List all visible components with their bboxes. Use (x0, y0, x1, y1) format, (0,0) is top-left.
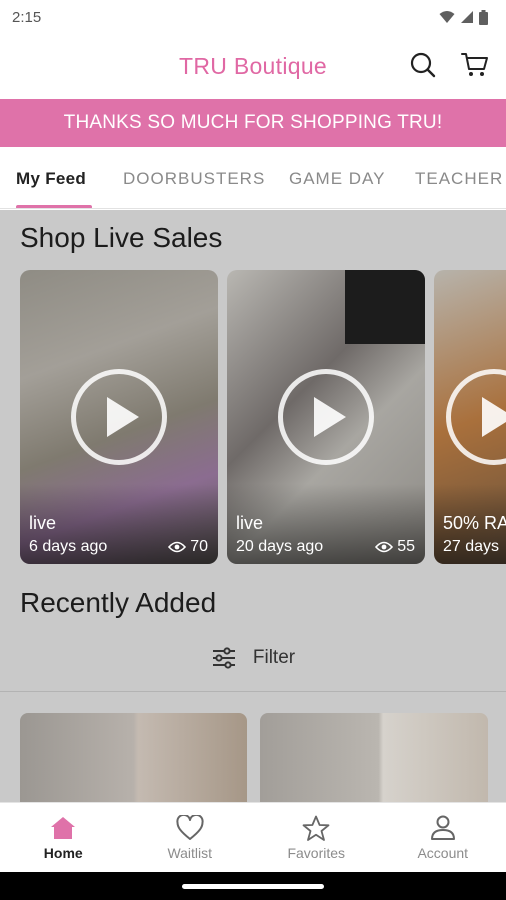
live-card-date: 6 days ago (29, 538, 108, 555)
active-tab-indicator (16, 205, 92, 208)
search-icon[interactable] (408, 50, 438, 80)
play-icon[interactable] (278, 369, 374, 465)
recently-added-title: Recently Added (20, 587, 217, 618)
live-sale-card[interactable]: live 20 days ago 55 (227, 270, 425, 564)
tab-doorbusters[interactable]: DOORBUSTERS (123, 169, 265, 189)
view-count: 55 (397, 538, 415, 555)
category-tabs: My Feed DOORBUSTERS GAME DAY TEACHER (0, 147, 506, 209)
signal-icon (461, 11, 473, 23)
nav-favorites[interactable]: Favorites (253, 803, 380, 872)
live-card-title: live (236, 513, 264, 533)
app-header: TRU Boutique (0, 34, 506, 98)
play-icon[interactable] (71, 369, 167, 465)
battery-icon (479, 9, 488, 25)
status-icons (439, 9, 488, 25)
product-card[interactable] (20, 713, 247, 802)
gesture-handle[interactable] (182, 884, 324, 889)
live-card-date: 27 days (443, 538, 500, 555)
status-time: 2:15 (12, 8, 42, 26)
nav-account[interactable]: Account (380, 803, 506, 872)
nav-account-label: Account (417, 845, 469, 861)
nav-waitlist-label: Waitlist (167, 845, 213, 861)
heart-icon (176, 814, 204, 842)
live-sales-title: Shop Live Sales (20, 222, 223, 253)
eye-icon (375, 541, 394, 553)
cart-icon[interactable] (460, 50, 490, 80)
tab-my-feed[interactable]: My Feed (16, 169, 86, 189)
sliders-icon (212, 647, 235, 669)
tab-teacher[interactable]: TEACHER (415, 169, 503, 189)
nav-home-label: Home (43, 845, 83, 861)
live-card-date: 20 days ago (236, 538, 324, 555)
product-card[interactable] (260, 713, 488, 802)
filter-button[interactable]: Filter (0, 640, 506, 676)
live-sale-card[interactable]: live 6 days ago 70 (20, 270, 218, 564)
account-icon (430, 814, 456, 842)
promo-banner-text: THANKS SO MUCH FOR SHOPPING TRU! (63, 112, 443, 133)
section-divider (0, 691, 506, 692)
status-bar: 2:15 (0, 0, 506, 34)
live-card-views: 55 (375, 538, 415, 556)
play-icon[interactable] (446, 369, 506, 465)
bottom-nav: Home Waitlist Favorites Account (0, 802, 506, 872)
promo-banner[interactable]: THANKS SO MUCH FOR SHOPPING TRU! (0, 99, 506, 147)
live-card-title: 50% RA (443, 513, 506, 533)
app-title: TRU Boutique (178, 52, 328, 79)
nav-waitlist[interactable]: Waitlist (127, 803, 254, 872)
star-icon (302, 814, 330, 842)
product-grid (20, 713, 506, 802)
home-icon (50, 814, 76, 842)
nav-favorites-label: Favorites (287, 845, 346, 861)
live-card-title: live (29, 513, 57, 533)
live-card-views: 70 (168, 538, 208, 556)
eye-icon (168, 541, 187, 553)
nav-home[interactable]: Home (0, 803, 127, 872)
system-gesture-bar (0, 872, 506, 900)
live-sale-card[interactable]: 50% RA 27 days (434, 270, 506, 564)
feed-content: Shop Live Sales live 6 days ago 70 live … (0, 210, 506, 802)
wifi-icon (439, 11, 455, 23)
live-sales-carousel[interactable]: live 6 days ago 70 live 20 days ago 55 5… (20, 270, 506, 564)
view-count: 70 (190, 538, 208, 555)
filter-label: Filter (252, 647, 296, 668)
tab-game-day[interactable]: GAME DAY (289, 169, 385, 189)
